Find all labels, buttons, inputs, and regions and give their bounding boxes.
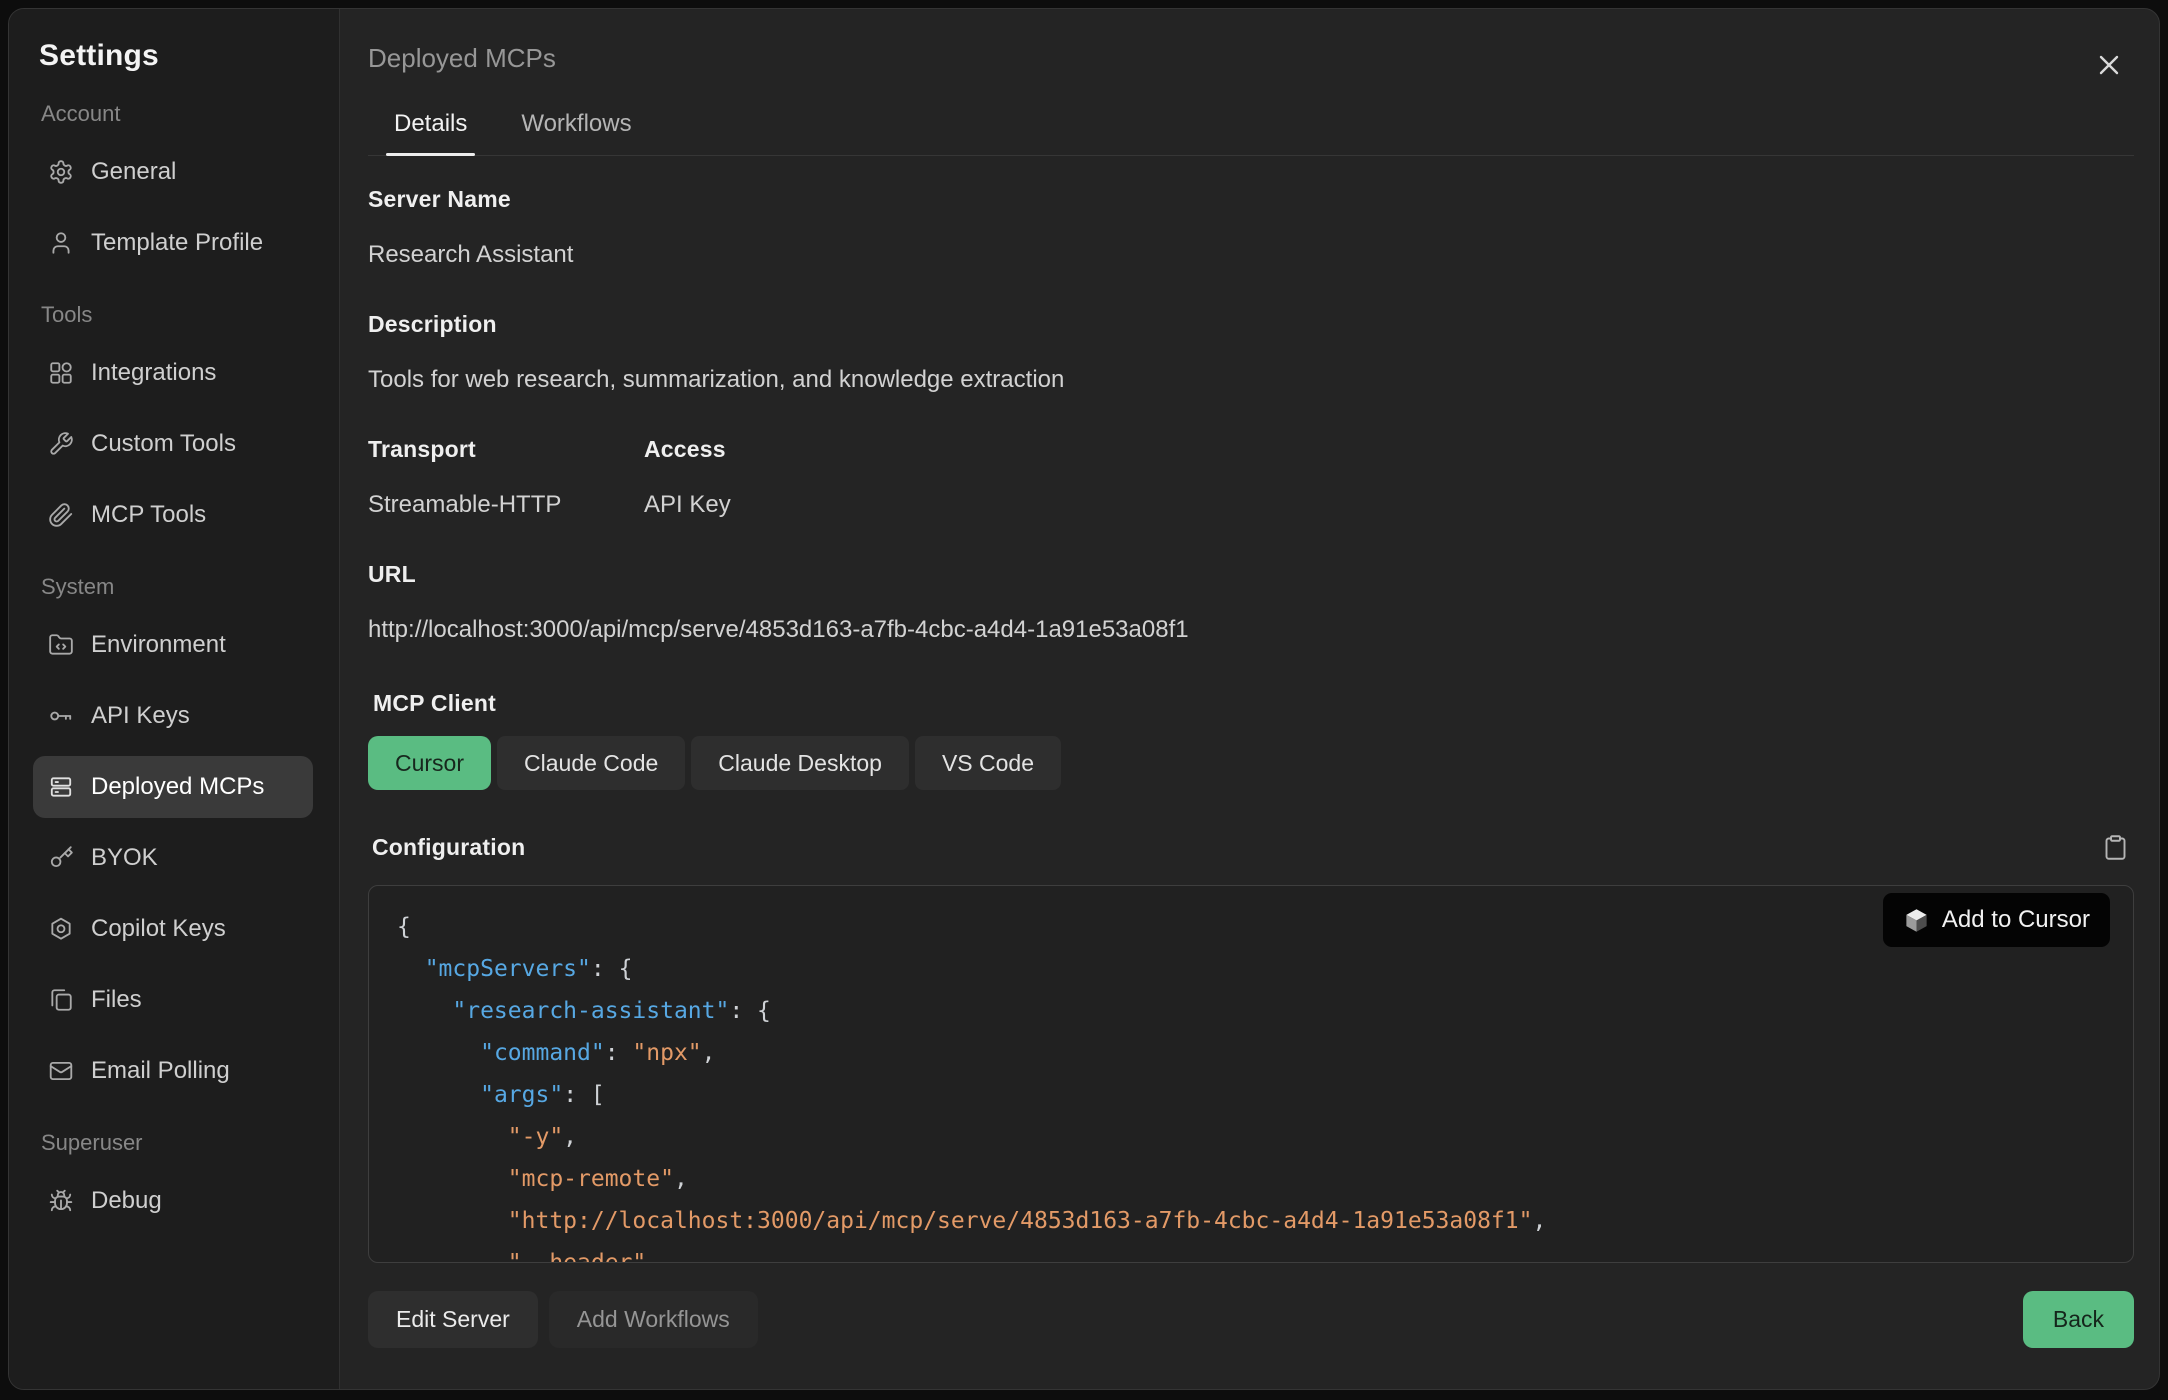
sidebar-section-label-superuser: Superuser	[41, 1130, 313, 1156]
close-icon	[2093, 49, 2125, 81]
folder-code-icon	[48, 632, 74, 658]
tab-bar: Details Workflows	[368, 110, 2134, 156]
configuration-label: Configuration	[372, 834, 525, 861]
panel-title: Deployed MCPs	[368, 43, 2134, 74]
description-value: Tools for web research, summarization, a…	[368, 366, 2134, 394]
paperclip-icon	[48, 502, 74, 528]
description-label: Description	[368, 311, 2134, 338]
settings-modal: Settings Account General Template Profile T…	[8, 8, 2160, 1390]
server-name-value: Research Assistant	[368, 241, 2134, 269]
access-label: Access	[644, 436, 731, 463]
access-value: API Key	[644, 491, 731, 519]
edit-server-button[interactable]: Edit Server	[368, 1291, 538, 1348]
server-name-label: Server Name	[368, 186, 2134, 213]
transport-value: Streamable-HTTP	[368, 491, 644, 519]
sidebar-item-label: General	[91, 158, 176, 186]
back-button[interactable]: Back	[2023, 1291, 2134, 1348]
mcp-client-group: CursorClaude CodeClaude DesktopVS Code	[368, 736, 2134, 790]
sidebar-section-label-account: Account	[41, 101, 313, 127]
sidebar-item-files[interactable]: Files	[33, 969, 313, 1031]
settings-sidebar: Settings Account General Template Profile T…	[9, 9, 340, 1389]
clipboard-icon	[2102, 834, 2129, 861]
sidebar-item-api-keys[interactable]: API Keys	[33, 685, 313, 747]
url-label: URL	[368, 561, 2134, 588]
add-to-cursor-label: Add to Cursor	[1942, 906, 2090, 934]
sidebar-item-integrations[interactable]: Integrations	[33, 342, 313, 404]
sidebar-item-label: Debug	[91, 1187, 162, 1215]
sidebar-item-deployed-mcps[interactable]: Deployed MCPs	[33, 756, 313, 818]
copy-configuration-button[interactable]	[2098, 830, 2132, 864]
blocks-icon	[48, 360, 74, 386]
add-to-cursor-button[interactable]: Add to Cursor	[1883, 893, 2110, 947]
transport-label: Transport	[368, 436, 644, 463]
server-icon	[48, 774, 74, 800]
mcp-client-label: MCP Client	[373, 690, 2134, 717]
sidebar-item-label: Files	[91, 986, 142, 1014]
key-horizontal-icon	[48, 703, 74, 729]
bug-icon	[48, 1188, 74, 1214]
sidebar-item-label: Integrations	[91, 359, 216, 387]
user-icon	[48, 230, 74, 256]
url-value: http://localhost:3000/api/mcp/serve/4853…	[368, 616, 2134, 644]
tab-details[interactable]: Details	[386, 110, 475, 155]
sidebar-item-custom-tools[interactable]: Custom Tools	[33, 413, 313, 475]
footer-actions: Edit Server Add Workflows Back	[368, 1291, 2134, 1348]
sidebar-item-label: Deployed MCPs	[91, 773, 264, 801]
sidebar-item-byok[interactable]: BYOK	[33, 827, 313, 889]
sidebar-item-label: API Keys	[91, 702, 190, 730]
sidebar-item-label: BYOK	[91, 844, 158, 872]
sidebar-item-label: Environment	[91, 631, 226, 659]
sidebar-item-label: Copilot Keys	[91, 915, 226, 943]
sidebar-section-label-system: System	[41, 574, 313, 600]
close-button[interactable]	[2091, 47, 2127, 83]
key-icon	[48, 845, 74, 871]
mcp-client-vs-code[interactable]: VS Code	[915, 736, 1061, 790]
configuration-code: { "mcpServers": { "research-assistant": …	[397, 906, 2105, 1263]
configuration-code-block[interactable]: { "mcpServers": { "research-assistant": …	[368, 885, 2134, 1263]
mcp-client-claude-desktop[interactable]: Claude Desktop	[691, 736, 909, 790]
sidebar-section-label-tools: Tools	[41, 302, 313, 328]
sidebar-item-general[interactable]: General	[33, 141, 313, 203]
sidebar-item-copilot-keys[interactable]: Copilot Keys	[33, 898, 313, 960]
sidebar-nav: Account General Template Profile Tools Integ…	[33, 101, 313, 1232]
sidebar-item-email-polling[interactable]: Email Polling	[33, 1040, 313, 1102]
sidebar-item-label: Email Polling	[91, 1057, 230, 1085]
sidebar-item-debug[interactable]: Debug	[33, 1170, 313, 1232]
tab-workflows[interactable]: Workflows	[513, 110, 639, 155]
sidebar-title: Settings	[33, 39, 313, 73]
files-icon	[48, 987, 74, 1013]
sidebar-item-template-profile[interactable]: Template Profile	[33, 212, 313, 274]
deployed-mcps-panel: Deployed MCPs Details Workflows Server Na…	[340, 9, 2159, 1389]
sidebar-item-mcp-tools[interactable]: MCP Tools	[33, 484, 313, 546]
sidebar-item-label: Custom Tools	[91, 430, 236, 458]
wrench-icon	[48, 431, 74, 457]
cursor-cube-icon	[1903, 907, 1930, 934]
mail-icon	[48, 1058, 74, 1084]
sidebar-item-label: MCP Tools	[91, 501, 206, 529]
gear-icon	[48, 159, 74, 185]
sidebar-item-environment[interactable]: Environment	[33, 614, 313, 676]
mcp-client-claude-code[interactable]: Claude Code	[497, 736, 685, 790]
sidebar-item-label: Template Profile	[91, 229, 263, 257]
hexagon-badge-icon	[48, 916, 74, 942]
mcp-client-cursor[interactable]: Cursor	[368, 736, 491, 790]
add-workflows-button[interactable]: Add Workflows	[549, 1291, 758, 1348]
